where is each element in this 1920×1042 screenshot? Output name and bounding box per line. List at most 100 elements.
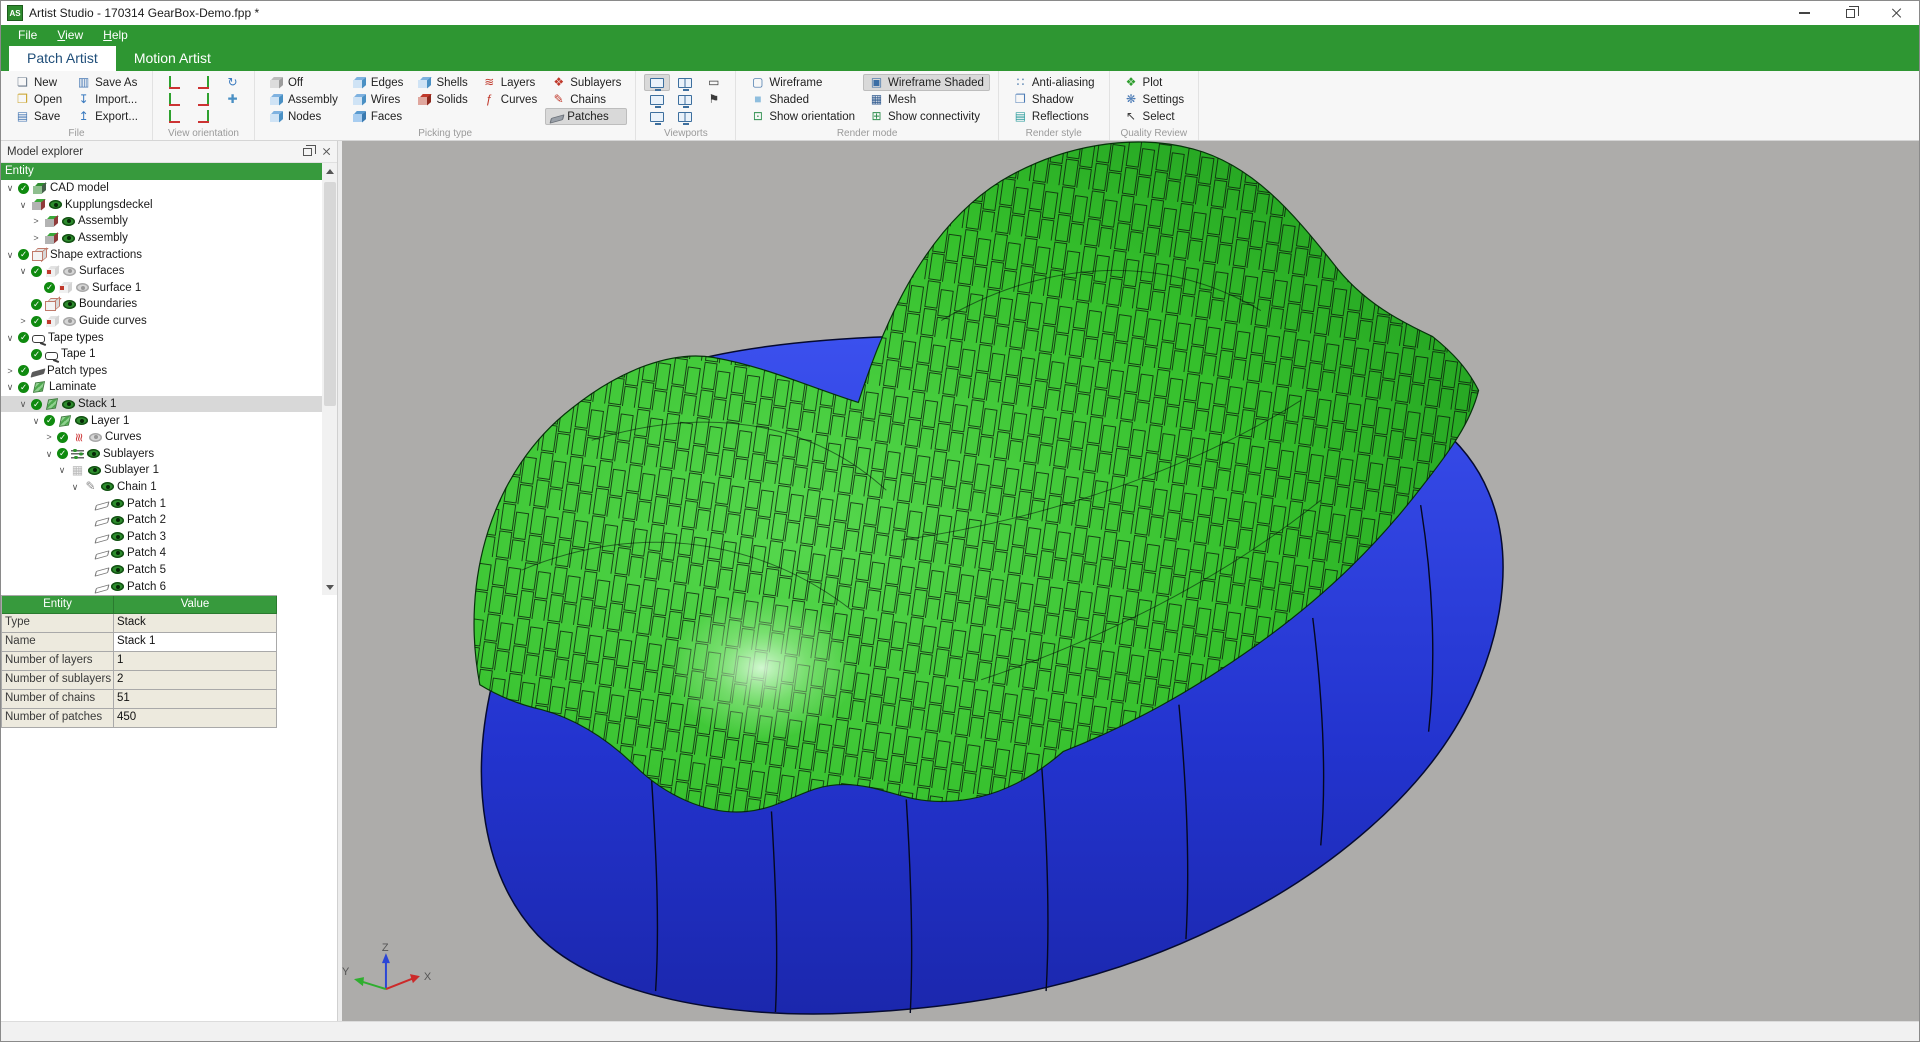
pick-faces-button[interactable]: Faces bbox=[346, 108, 410, 125]
pick-curves-button[interactable]: ƒCurves bbox=[476, 91, 543, 108]
view-bottom-button[interactable] bbox=[161, 108, 188, 125]
mesh-button[interactable]: ▦Mesh bbox=[863, 91, 990, 108]
open-button[interactable]: ❐Open bbox=[9, 91, 68, 108]
pick-edges-button[interactable]: Edges bbox=[346, 74, 410, 91]
viewport-layout-2-button[interactable] bbox=[672, 74, 698, 91]
chevron-down-icon[interactable]: ∨ bbox=[5, 333, 15, 343]
plot-button[interactable]: ❖Plot bbox=[1118, 74, 1191, 91]
eye-off-icon[interactable] bbox=[63, 267, 76, 276]
chevron-down-icon[interactable]: ∨ bbox=[18, 200, 28, 210]
eye-icon[interactable] bbox=[111, 565, 124, 574]
chevron-down-icon[interactable]: ∨ bbox=[57, 465, 67, 475]
menu-file[interactable]: File bbox=[9, 27, 46, 43]
eye-icon[interactable] bbox=[111, 582, 124, 591]
tree-item-patch-6[interactable]: Patch 6 bbox=[1, 578, 322, 595]
view-right-button[interactable] bbox=[190, 91, 217, 108]
eye-icon[interactable] bbox=[88, 466, 101, 475]
chevron-right-icon[interactable]: > bbox=[31, 216, 41, 226]
chevron-down-icon[interactable]: ∨ bbox=[44, 449, 54, 459]
tree-scrollbar[interactable] bbox=[322, 180, 337, 595]
pick-assembly-button[interactable]: Assembly bbox=[263, 91, 344, 108]
import-button[interactable]: ↧Import... bbox=[70, 91, 144, 108]
eye-icon[interactable] bbox=[101, 482, 114, 491]
pick-wires-button[interactable]: Wires bbox=[346, 91, 410, 108]
pick-solids-button[interactable]: Solids bbox=[411, 91, 473, 108]
tree-item-tape-types[interactable]: ∨Tape types bbox=[1, 329, 322, 346]
tree-item-curves[interactable]: >≋Curves bbox=[1, 429, 322, 446]
chevron-down-icon[interactable]: ∨ bbox=[5, 382, 15, 392]
tree-item-shape-extractions[interactable]: ∨Shape extractions bbox=[1, 246, 322, 263]
close-button[interactable] bbox=[1873, 1, 1919, 25]
tree-item-assembly[interactable]: >Assembly bbox=[1, 230, 322, 247]
chevron-down-icon[interactable]: ∨ bbox=[18, 399, 28, 409]
new-button[interactable]: ❏New bbox=[9, 74, 68, 91]
chevron-right-icon[interactable]: > bbox=[31, 233, 41, 243]
eye-icon[interactable] bbox=[62, 400, 75, 409]
view-rotate-button[interactable]: ↻ bbox=[219, 74, 246, 91]
tree-item-assembly[interactable]: >Assembly bbox=[1, 213, 322, 230]
tree-item-boundaries[interactable]: Boundaries bbox=[1, 296, 322, 313]
eye-icon[interactable] bbox=[62, 234, 75, 243]
viewport-callout-button[interactable]: ⚑ bbox=[700, 91, 727, 108]
view-front-button[interactable] bbox=[161, 74, 188, 91]
view-left-button[interactable] bbox=[161, 91, 188, 108]
float-panel-icon[interactable] bbox=[303, 148, 312, 156]
viewport-layout-6-button[interactable] bbox=[672, 108, 698, 125]
export-button[interactable]: ↥Export... bbox=[70, 108, 144, 125]
pick-nodes-button[interactable]: Nodes bbox=[263, 108, 344, 125]
view-top-button[interactable] bbox=[190, 108, 217, 125]
tree-item-patch-2[interactable]: Patch 2 bbox=[1, 512, 322, 529]
wireframe-shaded-button[interactable]: ▣Wireframe Shaded bbox=[863, 74, 990, 91]
restore-button[interactable] bbox=[1827, 1, 1873, 25]
tree-item-kupplungsdeckel[interactable]: ∨Kupplungsdeckel bbox=[1, 197, 322, 214]
tree-scroll-down-button[interactable] bbox=[322, 580, 337, 595]
eye-icon[interactable] bbox=[87, 449, 100, 458]
property-value-name[interactable]: Stack 1 bbox=[114, 633, 277, 652]
tab-motion-artist[interactable]: Motion Artist bbox=[116, 46, 229, 71]
viewport-layout-4-button[interactable] bbox=[672, 91, 698, 108]
tree-item-sublayer-1[interactable]: ∨▦Sublayer 1 bbox=[1, 462, 322, 479]
chevron-down-icon[interactable]: ∨ bbox=[5, 250, 15, 260]
wireframe-button[interactable]: ▢Wireframe bbox=[744, 74, 861, 91]
close-panel-icon[interactable] bbox=[322, 147, 331, 156]
tree-item-laminate[interactable]: ∨Laminate bbox=[1, 379, 322, 396]
reflections-button[interactable]: ▤Reflections bbox=[1007, 108, 1101, 125]
show-connectivity-button[interactable]: ⊞Show connectivity bbox=[863, 108, 990, 125]
tree-item-patch-5[interactable]: Patch 5 bbox=[1, 562, 322, 579]
tree-item-tape-1[interactable]: Tape 1 bbox=[1, 346, 322, 363]
eye-off-icon[interactable] bbox=[63, 317, 76, 326]
shaded-button[interactable]: ■Shaded bbox=[744, 91, 861, 108]
tree-item-patch-types[interactable]: >Patch types bbox=[1, 363, 322, 380]
tree-scroll-up-button[interactable] bbox=[322, 163, 337, 180]
tree-item-stack-1[interactable]: ∨Stack 1 bbox=[1, 396, 322, 413]
eye-icon[interactable] bbox=[111, 532, 124, 541]
chevron-down-icon[interactable]: ∨ bbox=[18, 266, 28, 276]
3d-viewport[interactable]: Z X Y bbox=[342, 141, 1919, 1021]
tree-item-patch-4[interactable]: Patch 4 bbox=[1, 545, 322, 562]
tree-item-cad-model[interactable]: ∨CAD model bbox=[1, 180, 322, 197]
pick-off-button[interactable]: Off bbox=[263, 74, 344, 91]
chevron-right-icon[interactable]: > bbox=[44, 432, 54, 442]
view-pan-button[interactable]: ✚ bbox=[219, 91, 246, 108]
chevron-right-icon[interactable]: > bbox=[18, 316, 28, 326]
save-button[interactable]: ▤Save bbox=[9, 108, 68, 125]
viewport-layout-3-button[interactable] bbox=[644, 91, 670, 108]
viewport-layout-1-button[interactable] bbox=[644, 74, 670, 91]
chevron-right-icon[interactable]: > bbox=[5, 366, 15, 376]
chevron-down-icon[interactable]: ∨ bbox=[70, 482, 80, 492]
tree-item-sublayers[interactable]: ∨Sublayers bbox=[1, 446, 322, 463]
eye-icon[interactable] bbox=[49, 200, 62, 209]
minimize-button[interactable] bbox=[1781, 1, 1827, 25]
settings-button[interactable]: ❋Settings bbox=[1118, 91, 1191, 108]
menu-help[interactable]: Help bbox=[94, 27, 137, 43]
eye-icon[interactable] bbox=[111, 516, 124, 525]
eye-off-icon[interactable] bbox=[89, 433, 102, 442]
tree-item-layer-1[interactable]: ∨Layer 1 bbox=[1, 412, 322, 429]
eye-icon[interactable] bbox=[111, 549, 124, 558]
view-back-button[interactable] bbox=[190, 74, 217, 91]
tree-item-surface-1[interactable]: Surface 1 bbox=[1, 280, 322, 297]
tree-item-surfaces[interactable]: ∨Surfaces bbox=[1, 263, 322, 280]
eye-off-icon[interactable] bbox=[76, 283, 89, 292]
eye-icon[interactable] bbox=[62, 217, 75, 226]
tree-item-patch-3[interactable]: Patch 3 bbox=[1, 528, 322, 545]
